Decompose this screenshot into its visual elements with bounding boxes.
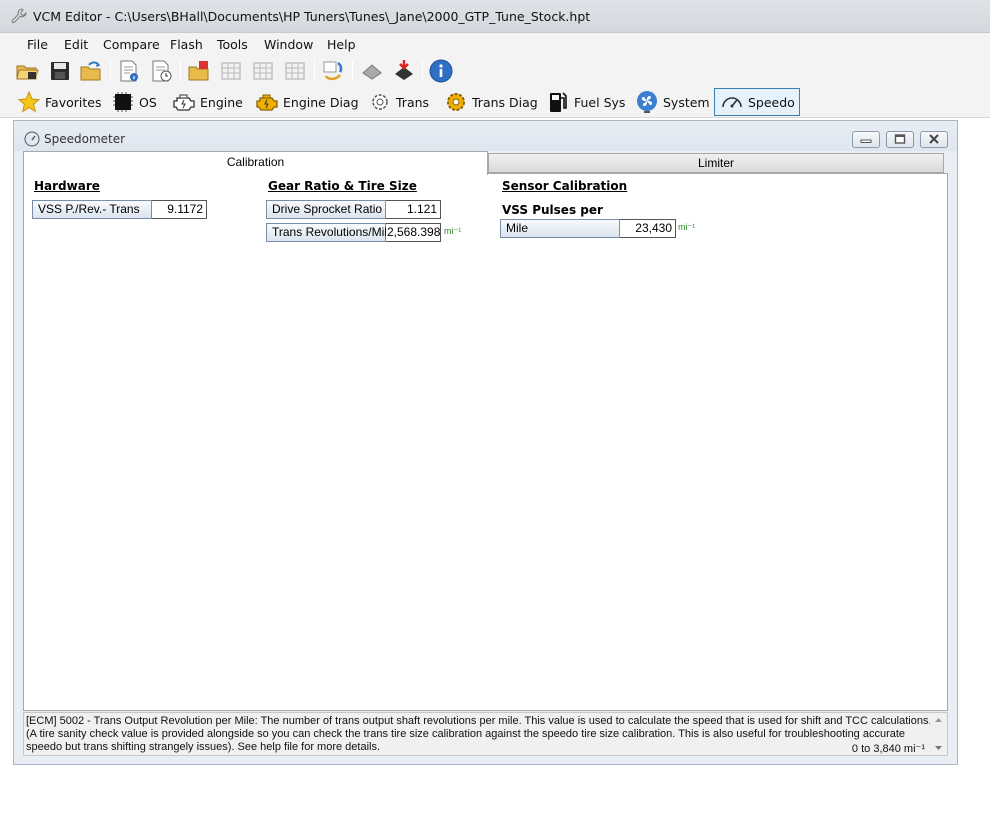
swap-icon[interactable] bbox=[321, 59, 345, 83]
document-history-icon[interactable] bbox=[149, 59, 173, 83]
vss-pulses-per-rev-label[interactable]: VSS P./Rev.- Trans bbox=[32, 200, 152, 219]
tab-limiter[interactable]: Limiter bbox=[488, 153, 944, 173]
star-icon bbox=[17, 90, 41, 114]
table-icon[interactable] bbox=[283, 59, 307, 83]
sensor-calibration-heading: Sensor Calibration bbox=[502, 179, 628, 193]
vss-pulses-per-heading: VSS Pulses per bbox=[502, 203, 603, 217]
trans-diag-icon bbox=[444, 90, 468, 114]
menu-bar: File Edit Compare Flash Tools Window Hel… bbox=[0, 33, 990, 55]
module-fuel-sys[interactable]: Fuel Sys bbox=[541, 88, 630, 116]
vss-pulses-per-rev-value[interactable]: 9.1172 bbox=[152, 200, 207, 219]
vss-pulses-per-mile-label[interactable]: Mile bbox=[500, 219, 620, 238]
restore-icon bbox=[894, 134, 906, 144]
module-trans[interactable]: Trans bbox=[363, 88, 434, 116]
wrench-icon bbox=[11, 8, 27, 24]
vss-pulses-per-mile-param[interactable]: Mile 23,430 bbox=[500, 219, 676, 238]
menu-flash[interactable]: Flash bbox=[170, 37, 203, 52]
gear-ratio-heading: Gear Ratio & Tire Size bbox=[268, 179, 417, 193]
trans-revolutions-per-mile-param[interactable]: Trans Revolutions/Mile 2,568.3983 bbox=[266, 223, 441, 242]
document-info-icon[interactable] bbox=[117, 59, 141, 83]
toolbar bbox=[0, 55, 990, 86]
close-icon bbox=[929, 134, 939, 144]
module-label: Speedo bbox=[748, 94, 795, 110]
description-scrollbar[interactable] bbox=[930, 713, 947, 755]
fan-icon bbox=[635, 90, 659, 114]
module-system[interactable]: System bbox=[630, 88, 715, 116]
module-label: Trans Diag bbox=[472, 94, 538, 110]
read-vehicle-icon[interactable] bbox=[360, 59, 384, 83]
minimize-button[interactable] bbox=[852, 131, 880, 148]
module-favorites[interactable]: Favorites bbox=[12, 88, 106, 116]
minimize-icon bbox=[860, 139, 872, 143]
write-vehicle-icon[interactable] bbox=[392, 59, 416, 83]
module-label: OS bbox=[139, 94, 157, 110]
menu-tools[interactable]: Tools bbox=[217, 37, 248, 52]
value-range: 0 to 3,840 mi⁻¹ bbox=[851, 743, 925, 755]
table-icon[interactable] bbox=[219, 59, 243, 83]
gear-icon bbox=[368, 90, 392, 114]
speedometer-icon bbox=[720, 90, 744, 114]
engine-diag-icon bbox=[255, 90, 279, 114]
vss-pulses-per-mile-value[interactable]: 23,430 bbox=[620, 219, 676, 238]
toolbar-separator bbox=[352, 60, 353, 82]
module-trans-diag[interactable]: Trans Diag bbox=[439, 88, 543, 116]
speedometer-window-title: Speedometer bbox=[44, 132, 126, 146]
module-speedo[interactable]: Speedo bbox=[714, 88, 800, 116]
info-icon[interactable] bbox=[429, 59, 453, 83]
drive-sprocket-ratio-label[interactable]: Drive Sprocket Ratio bbox=[266, 200, 386, 219]
maximize-button[interactable] bbox=[886, 131, 914, 148]
menu-file[interactable]: File bbox=[27, 37, 48, 52]
speedometer-icon bbox=[24, 131, 40, 147]
module-bar: Favorites OS Engine Engine Diag Trans Tr… bbox=[0, 86, 990, 118]
module-label: Favorites bbox=[45, 94, 102, 110]
calibration-panel: Hardware VSS P./Rev.- Trans 9.1172 Gear … bbox=[23, 173, 948, 711]
speedometer-window: Speedometer Calibration Limiter Hardware… bbox=[13, 120, 958, 765]
title-bar: VCM Editor - C:\Users\BHall\Documents\HP… bbox=[0, 0, 990, 33]
toolbar-separator bbox=[314, 60, 315, 82]
menu-window[interactable]: Window bbox=[264, 37, 313, 52]
module-engine-diag[interactable]: Engine Diag bbox=[250, 88, 364, 116]
module-engine[interactable]: Engine bbox=[167, 88, 248, 116]
module-label: Engine Diag bbox=[283, 94, 359, 110]
unit-label: mi⁻¹ bbox=[678, 222, 696, 232]
drive-sprocket-ratio-value[interactable]: 1.121 bbox=[386, 200, 441, 219]
fuel-pump-icon bbox=[546, 90, 570, 114]
scroll-up-icon bbox=[935, 718, 942, 722]
engine-icon bbox=[172, 90, 196, 114]
speedometer-title-bar[interactable]: Speedometer bbox=[14, 121, 957, 151]
toolbar-separator bbox=[180, 60, 181, 82]
toolbar-separator bbox=[110, 60, 111, 82]
module-label: Trans bbox=[396, 94, 430, 110]
hardware-heading: Hardware bbox=[34, 179, 100, 193]
trans-revolutions-per-mile-value[interactable]: 2,568.3983 bbox=[386, 223, 441, 242]
module-label: Engine bbox=[200, 94, 243, 110]
open-folder-icon[interactable] bbox=[15, 59, 39, 83]
vss-pulses-per-rev-param[interactable]: VSS P./Rev.- Trans 9.1172 bbox=[32, 200, 207, 219]
menu-edit[interactable]: Edit bbox=[64, 37, 88, 52]
export-folder-icon[interactable] bbox=[79, 59, 103, 83]
tab-calibration[interactable]: Calibration bbox=[23, 151, 488, 175]
save-icon[interactable] bbox=[48, 59, 72, 83]
chip-icon bbox=[111, 90, 135, 114]
drive-sprocket-ratio-param[interactable]: Drive Sprocket Ratio 1.121 bbox=[266, 200, 441, 219]
menu-compare[interactable]: Compare bbox=[103, 37, 160, 52]
module-label: System bbox=[663, 94, 710, 110]
description-panel: [ECM] 5002 - Trans Output Revolution per… bbox=[23, 712, 948, 756]
toolbar-separator bbox=[422, 60, 423, 82]
close-button[interactable] bbox=[920, 131, 948, 148]
description-text: [ECM] 5002 - Trans Output Revolution per… bbox=[26, 715, 932, 753]
module-os[interactable]: OS bbox=[106, 88, 162, 116]
menu-help[interactable]: Help bbox=[327, 37, 356, 52]
module-label: Fuel Sys bbox=[574, 94, 626, 110]
scroll-down-icon bbox=[935, 746, 942, 750]
window-title: VCM Editor - C:\Users\BHall\Documents\HP… bbox=[33, 9, 591, 24]
table-icon[interactable] bbox=[251, 59, 275, 83]
open-compare-icon[interactable] bbox=[187, 59, 211, 83]
unit-label: mi⁻¹ bbox=[444, 226, 462, 236]
trans-revolutions-per-mile-label[interactable]: Trans Revolutions/Mile bbox=[266, 223, 394, 242]
